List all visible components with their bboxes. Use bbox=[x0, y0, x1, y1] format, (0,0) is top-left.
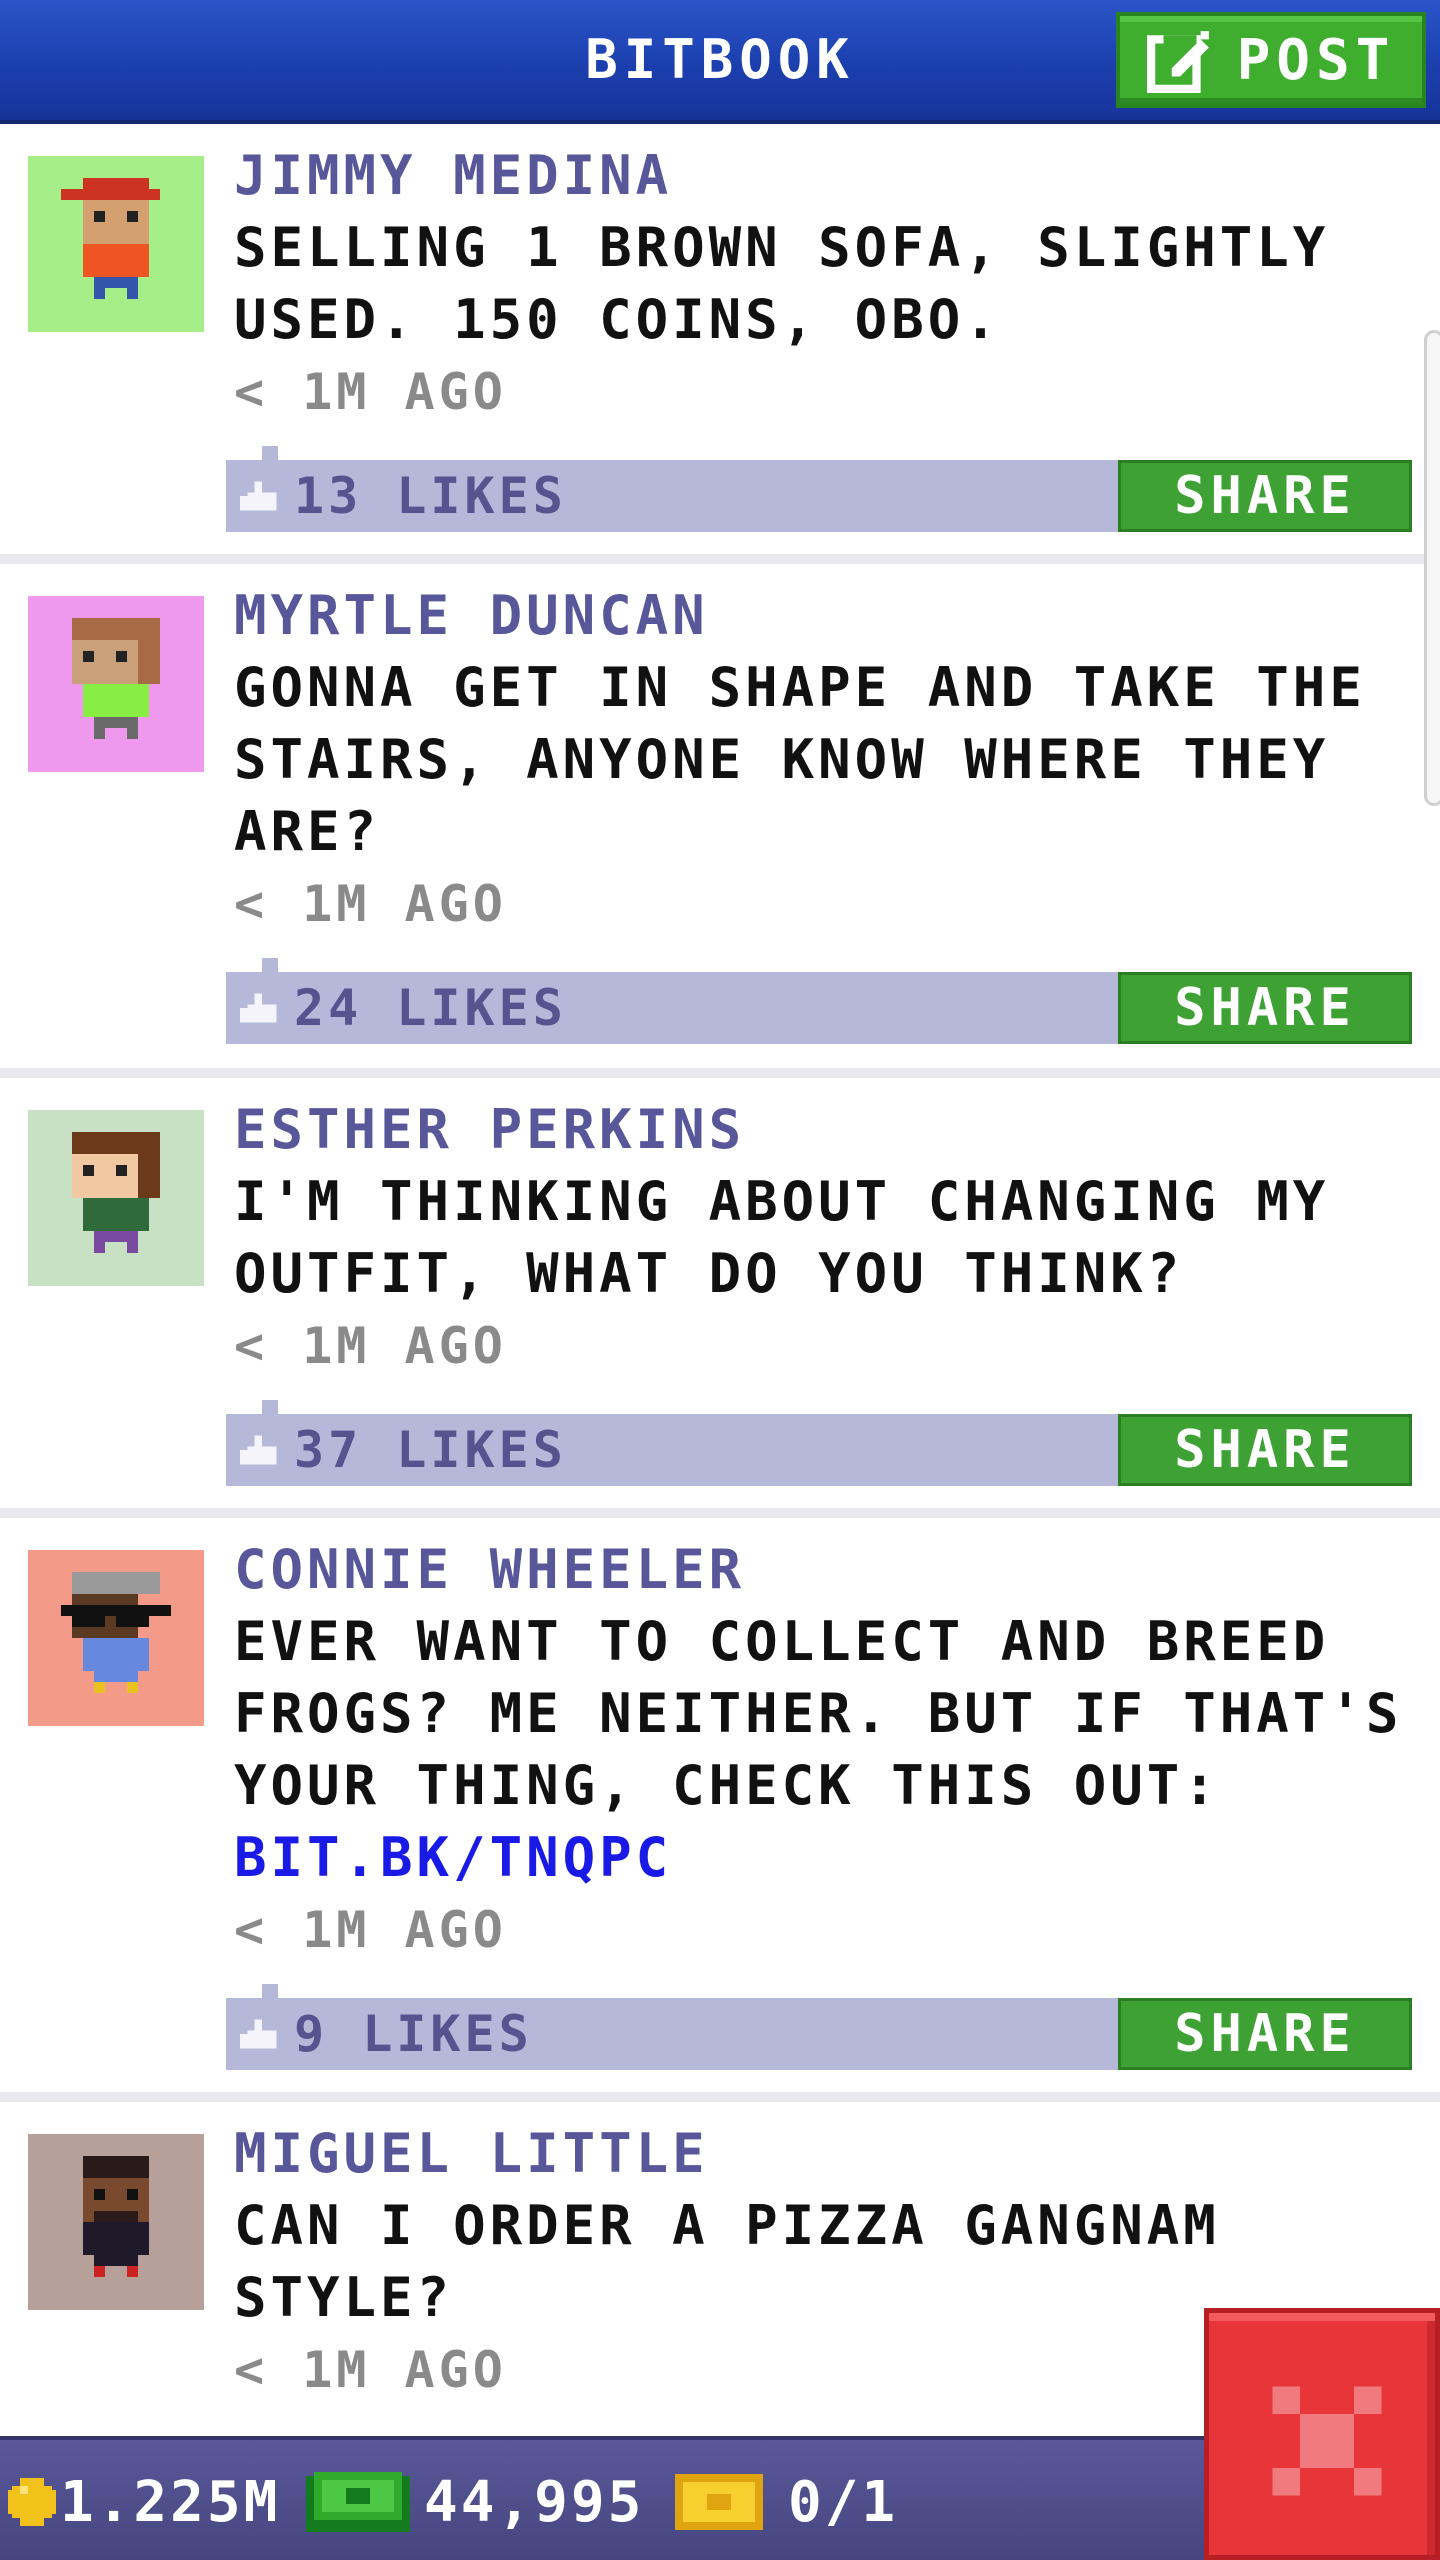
close-button[interactable] bbox=[1204, 2308, 1440, 2560]
feed-post: MYRTLE DUNCAN GONNA GET IN SHAPE AND TAK… bbox=[0, 564, 1440, 1078]
thumbs-up-icon bbox=[240, 481, 277, 511]
post-message: I'M THINKING ABOUT CHANGING MY OUTFIT, W… bbox=[234, 1170, 1330, 1305]
post-author: ESTHER PERKINS bbox=[234, 1098, 746, 1161]
coins-value: 1.225M bbox=[60, 2469, 281, 2535]
post-author: CONNIE WHEELER bbox=[234, 1538, 746, 1601]
avatar[interactable] bbox=[28, 596, 204, 772]
share-button[interactable]: SHARE bbox=[1118, 460, 1412, 532]
share-button[interactable]: SHARE bbox=[1118, 1414, 1412, 1486]
feed-post: ESTHER PERKINS I'M THINKING ABOUT CHANGI… bbox=[0, 1078, 1440, 1518]
like-button[interactable]: 9 LIKES bbox=[226, 1998, 626, 2070]
bux-stat[interactable]: 44,995 bbox=[306, 2440, 644, 2560]
post-button[interactable]: POST bbox=[1116, 12, 1426, 108]
coins-stat[interactable]: 1.225M bbox=[4, 2440, 280, 2560]
post-timestamp: < 1M AGO bbox=[234, 363, 507, 421]
post-timestamp: < 1M AGO bbox=[234, 1317, 507, 1375]
avatar[interactable] bbox=[28, 156, 204, 332]
tickets-stat[interactable]: 0/1 bbox=[674, 2440, 898, 2560]
thumbs-up-icon bbox=[240, 2019, 277, 2049]
avatar[interactable] bbox=[28, 1110, 204, 1286]
like-button[interactable]: 13 LIKES bbox=[226, 460, 626, 532]
like-button[interactable]: 24 LIKES bbox=[226, 972, 626, 1044]
feed-post: JIMMY MEDINA SELLING 1 BROWN SOFA, SLIGH… bbox=[0, 124, 1440, 564]
post-author: MIGUEL LITTLE bbox=[234, 2122, 709, 2185]
scrollbar[interactable] bbox=[1424, 330, 1440, 806]
bux-value: 44,995 bbox=[424, 2469, 645, 2535]
thumbs-up-icon bbox=[240, 1435, 277, 1465]
ticket-icon bbox=[675, 2474, 763, 2530]
post-message: EVER WANT TO COLLECT AND BREED FROGS? ME… bbox=[234, 1610, 1403, 1817]
like-bar: 37 LIKES SHARE bbox=[226, 1400, 1412, 1486]
post-timestamp: < 1M AGO bbox=[234, 875, 507, 933]
likes-count: 37 LIKES bbox=[294, 1421, 567, 1479]
avatar[interactable] bbox=[28, 2134, 204, 2310]
post-author: MYRTLE DUNCAN bbox=[234, 584, 709, 647]
likes-count: 24 LIKES bbox=[294, 979, 567, 1037]
avatar[interactable] bbox=[28, 1550, 204, 1726]
bux-icon bbox=[306, 2472, 410, 2532]
close-icon bbox=[1272, 2386, 1382, 2496]
feed-post: CONNIE WHEELER EVER WANT TO COLLECT AND … bbox=[0, 1518, 1440, 2102]
likes-count: 9 LIKES bbox=[294, 2005, 533, 2063]
compose-icon bbox=[1146, 31, 1209, 93]
tickets-value: 0/1 bbox=[788, 2469, 899, 2535]
coin-icon bbox=[8, 2478, 56, 2526]
share-button[interactable]: SHARE bbox=[1118, 1998, 1412, 2070]
post-link[interactable]: BIT.BK/TNQPC bbox=[234, 1822, 1416, 1894]
like-bar: 24 LIKES SHARE bbox=[226, 958, 1412, 1044]
like-bar: 9 LIKES SHARE bbox=[226, 1984, 1412, 2070]
likes-count: 13 LIKES bbox=[294, 467, 567, 525]
post-message: GONNA GET IN SHAPE AND TAKE THE STAIRS, … bbox=[234, 656, 1366, 863]
post-message: SELLING 1 BROWN SOFA, SLIGHTLY USED. 150… bbox=[234, 216, 1330, 351]
share-button[interactable]: SHARE bbox=[1118, 972, 1412, 1044]
post-author: JIMMY MEDINA bbox=[234, 144, 673, 207]
app-header: BITBOOK POST bbox=[0, 0, 1440, 124]
post-timestamp: < 1M AGO bbox=[234, 1901, 507, 1959]
feed-list[interactable]: JIMMY MEDINA SELLING 1 BROWN SOFA, SLIGH… bbox=[0, 124, 1440, 2522]
like-button[interactable]: 37 LIKES bbox=[226, 1414, 626, 1486]
like-bar: 13 LIKES SHARE bbox=[226, 446, 1412, 532]
post-button-label: POST bbox=[1236, 27, 1396, 93]
thumbs-up-icon bbox=[240, 993, 277, 1023]
